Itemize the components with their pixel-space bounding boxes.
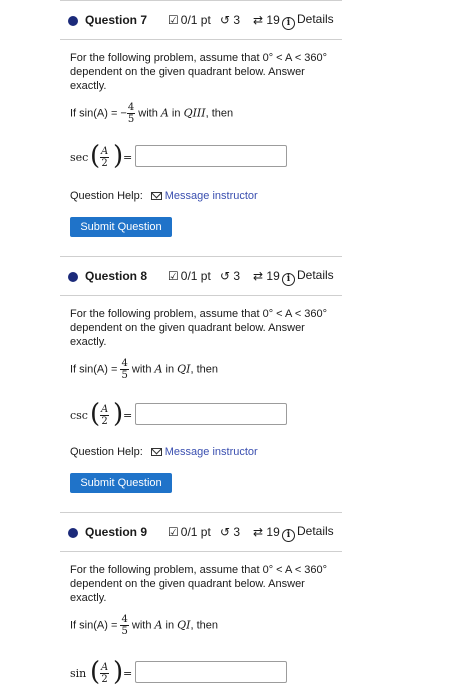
question-intro: For the following problem, assume that 0… xyxy=(70,52,328,92)
submissions-icon: ⇄ xyxy=(253,269,264,283)
question-header: Question 9 ☑ 0/1 pt ↺ 3 ⇄ 19 i Details xyxy=(60,512,342,552)
bullet-icon xyxy=(68,272,78,282)
info-icon: i xyxy=(282,273,295,286)
half-angle-fraction: A2 xyxy=(100,146,110,169)
question-help: Question Help: Message instructor xyxy=(70,190,258,202)
checkbox-icon: ☑ xyxy=(168,13,179,27)
details-button[interactable]: i Details xyxy=(282,12,334,30)
function-name: sec xyxy=(70,151,89,164)
question-intro: For the following problem, assume that 0… xyxy=(70,308,328,348)
details-button[interactable]: i Details xyxy=(282,268,334,286)
submissions: ⇄ 19 xyxy=(253,269,280,283)
bullet-icon xyxy=(68,528,78,538)
checkbox-icon: ☑ xyxy=(168,269,179,283)
question-intro: For the following problem, assume that 0… xyxy=(70,564,328,604)
question-header: Question 7 ☑ 0/1 pt ↺ 3 ⇄ 19 i Details xyxy=(60,0,342,40)
left-paren: ( xyxy=(90,141,101,171)
question-help: Question Help: Message instructor xyxy=(70,446,258,458)
retry-icon: ↺ xyxy=(220,269,231,283)
details-button[interactable]: i Details xyxy=(282,524,334,542)
given-fraction: 45 xyxy=(120,358,129,381)
given-statement: If sin(A) = 45 with A in QI, then xyxy=(70,614,219,637)
half-angle-fraction: A2 xyxy=(100,404,110,427)
tries: ↺ 3 xyxy=(220,13,241,27)
tries: ↺ 3 xyxy=(220,269,241,283)
submissions-icon: ⇄ xyxy=(253,525,264,539)
left-paren: ( xyxy=(90,399,101,429)
submissions: ⇄ 19 xyxy=(253,13,280,27)
function-name: sin xyxy=(70,667,87,680)
answer-input[interactable] xyxy=(135,403,287,425)
bullet-icon xyxy=(68,16,78,26)
right-paren: ) xyxy=(113,399,124,429)
answer-input[interactable] xyxy=(135,145,287,167)
submissions: ⇄ 19 xyxy=(253,525,280,539)
retry-icon: ↺ xyxy=(220,525,231,539)
half-angle-fraction: A2 xyxy=(100,662,110,685)
given-fraction: 45 xyxy=(126,102,136,125)
equals-sign: = xyxy=(123,409,133,422)
right-paren: ) xyxy=(113,141,124,171)
question-title: Question 8 xyxy=(85,269,148,283)
question-header: Question 8 ☑ 0/1 pt ↺ 3 ⇄ 19 i Details xyxy=(60,256,342,296)
equals-sign: = xyxy=(123,667,133,680)
message-instructor-link[interactable]: Message instructor xyxy=(165,446,258,458)
tries: ↺ 3 xyxy=(220,525,241,539)
submit-question-button[interactable]: Submit Question xyxy=(70,217,172,237)
mail-icon xyxy=(150,448,162,456)
submit-question-button[interactable]: Submit Question xyxy=(70,473,172,493)
retry-icon: ↺ xyxy=(220,13,231,27)
question-title: Question 9 xyxy=(85,525,148,539)
given-fraction: 45 xyxy=(120,614,129,637)
question-title: Question 7 xyxy=(85,13,148,27)
answer-input[interactable] xyxy=(135,661,287,683)
equals-sign: = xyxy=(123,151,133,164)
submissions-icon: ⇄ xyxy=(253,13,264,27)
info-icon: i xyxy=(282,529,295,542)
info-icon: i xyxy=(282,17,295,30)
right-paren: ) xyxy=(113,657,124,687)
message-instructor-link[interactable]: Message instructor xyxy=(165,190,258,202)
left-paren: ( xyxy=(90,657,101,687)
points: ☑ 0/1 pt xyxy=(168,525,211,539)
function-name: csc xyxy=(70,409,88,422)
given-statement: If sin(A) = −4 5 with A in QIII, then xyxy=(70,102,234,125)
checkbox-icon: ☑ xyxy=(168,525,179,539)
mail-icon xyxy=(150,192,162,200)
given-statement: If sin(A) = 45 with A in QI, then xyxy=(70,358,219,381)
points: ☑ 0/1 pt xyxy=(168,13,211,27)
points: ☑ 0/1 pt xyxy=(168,269,211,283)
